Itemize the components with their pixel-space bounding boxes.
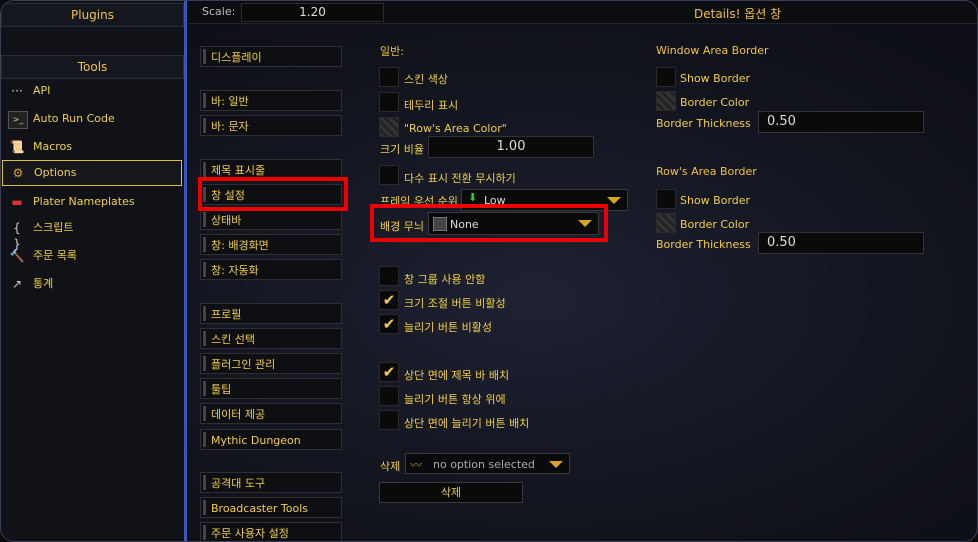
arrow-down-icon: ⬇ [468,191,478,204]
plugins-header: Plugins [1,3,184,27]
menu-item-skin-select[interactable]: 스킨 선택 [200,328,342,349]
sidebar-item-scripts[interactable]: { } 스크립트 [2,216,181,251]
menu-item-broadcaster-tools[interactable]: Broadcaster Tools [200,497,342,518]
scale-slider[interactable]: 1.20 [241,3,384,22]
menu-item-tooltip[interactable]: 툴팁 [200,378,342,399]
window-border-color-swatch[interactable] [656,91,676,111]
menu-item-display[interactable]: 디스플레이 [200,46,342,67]
hammer-icon: 🔨 [9,249,25,263]
row-border-color-label: Border Color [680,218,750,231]
window-border-header: Window Area Border [656,44,769,57]
menu-item-bar-general[interactable]: 바: 일반 [200,90,342,111]
menu-item-plugin-manage[interactable]: 플러그인 관리 [200,353,342,374]
scroll-icon: 〰 [410,458,423,472]
row-show-border-checkbox[interactable] [656,189,676,209]
sidebar-item-label: 통계 [33,277,54,290]
braces-icon: { } [13,221,21,251]
sidebar: Plugins Tools ··· API >_ Auto Run Code 📜… [1,1,184,541]
sidebar-item-label: Options [34,166,77,179]
stretch-always-top-label: 늘리기 버튼 항상 위에 [404,393,506,406]
sidebar-item-label: Plater Nameplates [33,195,135,208]
delete-select-value: no option selected [433,458,535,471]
window-border-thickness-input[interactable]: 0.50 [758,111,924,133]
row-border-header: Row's Area Border [656,165,757,178]
ignore-mass-toggle-label: 다수 표시 전환 무시하기 [404,172,516,185]
menu-item-window-wallpaper[interactable]: 창: 배경화면 [200,234,342,255]
window-show-border-checkbox[interactable] [656,67,676,87]
rows-area-color-label: "Row's Area Color" [404,122,507,135]
window-border-color-label: Border Color [680,96,750,109]
no-window-group-label: 창 그룹 사용 안함 [404,273,486,286]
no-window-group-checkbox[interactable] [379,266,399,286]
sidebar-item-label: 주문 목록 [33,249,77,262]
sidebar-item-label: API [33,84,51,97]
stretch-btn-top-checkbox[interactable] [379,410,399,430]
row-border-thickness-input[interactable]: 0.50 [758,232,924,254]
sidebar-item-plater-nameplates[interactable]: ▬ Plater Nameplates [2,190,181,214]
sidebar-item-spell-list[interactable]: 🔨 주문 목록 [2,244,181,268]
stretch-always-top-checkbox[interactable] [379,386,399,406]
sidebar-item-label: Macros [33,140,73,153]
scale-label: Scale: [202,5,236,18]
title-bar-top-checkbox[interactable]: ✔ [379,362,399,382]
delete-select-dropdown[interactable]: 〰 no option selected [405,453,570,474]
stretch-btn-disable-checkbox[interactable]: ✔ [379,314,399,334]
size-ratio-label: 크기 비율 [380,143,424,156]
dots-icon: ··· [11,84,23,98]
menu-item-bar-text[interactable]: 바: 문자 [200,115,342,136]
sidebar-item-statistics[interactable]: ↗ 통계 [2,272,181,296]
menu-item-spell-customization[interactable]: 주문 사용자 설정 [200,522,342,541]
scroll-icon: 📜 [9,140,25,154]
chevron-down-icon [549,461,563,468]
nameplate-icon: ▬ [11,195,23,209]
row-border-color-swatch[interactable] [656,213,676,233]
general-header: 일반: [380,45,404,58]
menu-item-data-feed[interactable]: 데이터 제공 [200,403,342,424]
skin-color-checkbox[interactable] [379,67,399,87]
highlight-window-settings [198,177,348,211]
highlight-bg-texture [370,204,608,242]
chevron-down-icon [607,197,621,204]
delete-label: 삭제 [380,460,401,473]
border-show-checkbox[interactable] [379,92,399,112]
window-border-thickness-label: Border Thickness [656,117,751,130]
app-window: Plugins Tools ··· API >_ Auto Run Code 📜… [0,0,978,542]
menu-item-mythic-dungeon[interactable]: Mythic Dungeon [200,429,342,450]
gear-icon: ⚙ [12,166,24,180]
ignore-mass-toggle-checkbox[interactable] [379,165,399,185]
resize-btn-disable-label: 크기 조절 버튼 비활성 [404,297,506,310]
sidebar-item-macros[interactable]: 📜 Macros [2,135,181,159]
rows-area-color-swatch[interactable] [379,117,399,137]
title-bar-top-label: 상단 면에 제목 바 배치 [404,369,510,382]
row-show-border-label: Show Border [680,194,751,207]
stretch-btn-top-label: 상단 면에 늘리기 버튼 배치 [404,417,530,430]
menu-item-profiles[interactable]: 프로필 [200,303,342,324]
menu-item-status-bar[interactable]: 상태바 [200,209,342,230]
skin-color-label: 스킨 색상 [404,73,448,86]
chart-icon: ↗ [11,277,23,291]
border-show-label: 테두리 표시 [404,99,459,112]
sidebar-divider [184,1,187,541]
menu-item-window-automation[interactable]: 창: 자동화 [200,259,342,280]
sidebar-item-label: 스크립트 [33,221,74,234]
stretch-btn-disable-label: 늘리기 버튼 비활성 [404,321,492,334]
window-show-border-label: Show Border [680,72,751,85]
menu-item-raid-tools[interactable]: 공격대 도구 [200,472,342,493]
size-ratio-input[interactable]: 1.00 [428,136,594,158]
resize-btn-disable-checkbox[interactable]: ✔ [379,290,399,310]
sidebar-item-api[interactable]: ··· API [2,79,181,103]
terminal-icon: >_ [8,111,28,129]
delete-button[interactable]: 삭제 [379,482,523,503]
row-border-thickness-label: Border Thickness [656,238,751,251]
sidebar-item-options[interactable]: ⚙ Options [2,160,182,186]
tools-header: Tools [1,55,184,79]
sidebar-item-auto-run-code[interactable]: >_ Auto Run Code [2,107,181,131]
page-title: Details! 옵션 창 [694,7,782,21]
sidebar-item-label: Auto Run Code [33,112,115,125]
